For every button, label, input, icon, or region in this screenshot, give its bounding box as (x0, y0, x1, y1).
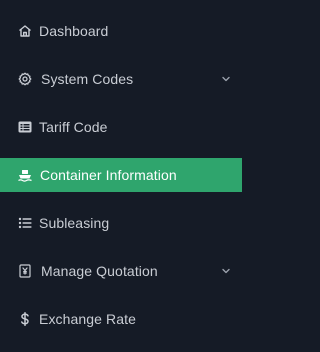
chevron-down-icon[interactable] (220, 265, 232, 277)
sidebar-item-system-codes[interactable]: System Codes (0, 55, 242, 103)
sidebar-item-label: Manage Quotation (41, 263, 158, 279)
sidebar-menu: Dashboard System Codes Tariff Code Conta… (0, 0, 242, 352)
list-card-icon (17, 119, 33, 135)
sidebar-item-label: Tariff Code (39, 119, 108, 135)
sidebar-item-label: Subleasing (39, 215, 110, 231)
dollar-icon (17, 311, 33, 327)
sidebar-item-subleasing[interactable]: Subleasing (0, 199, 242, 247)
sidebar-item-container-information[interactable]: Container Information (0, 158, 242, 192)
sidebar-item-label: Dashboard (39, 23, 109, 39)
home-icon (17, 23, 33, 39)
sidebar-item-manage-quotation[interactable]: Manage Quotation (0, 247, 242, 295)
yen-document-icon (17, 263, 33, 279)
ship-icon (17, 167, 33, 183)
sidebar-item-label: Exchange Rate (39, 311, 137, 327)
sidebar-item-label: System Codes (41, 71, 134, 87)
sidebar-item-label: Container Information (40, 167, 177, 183)
list-icon (17, 215, 33, 231)
sidebar-item-dashboard[interactable]: Dashboard (0, 7, 242, 55)
gear-icon (17, 71, 33, 87)
sidebar-item-tariff-code[interactable]: Tariff Code (0, 103, 242, 151)
sidebar-item-exchange-rate[interactable]: Exchange Rate (0, 295, 242, 343)
chevron-down-icon[interactable] (220, 73, 232, 85)
